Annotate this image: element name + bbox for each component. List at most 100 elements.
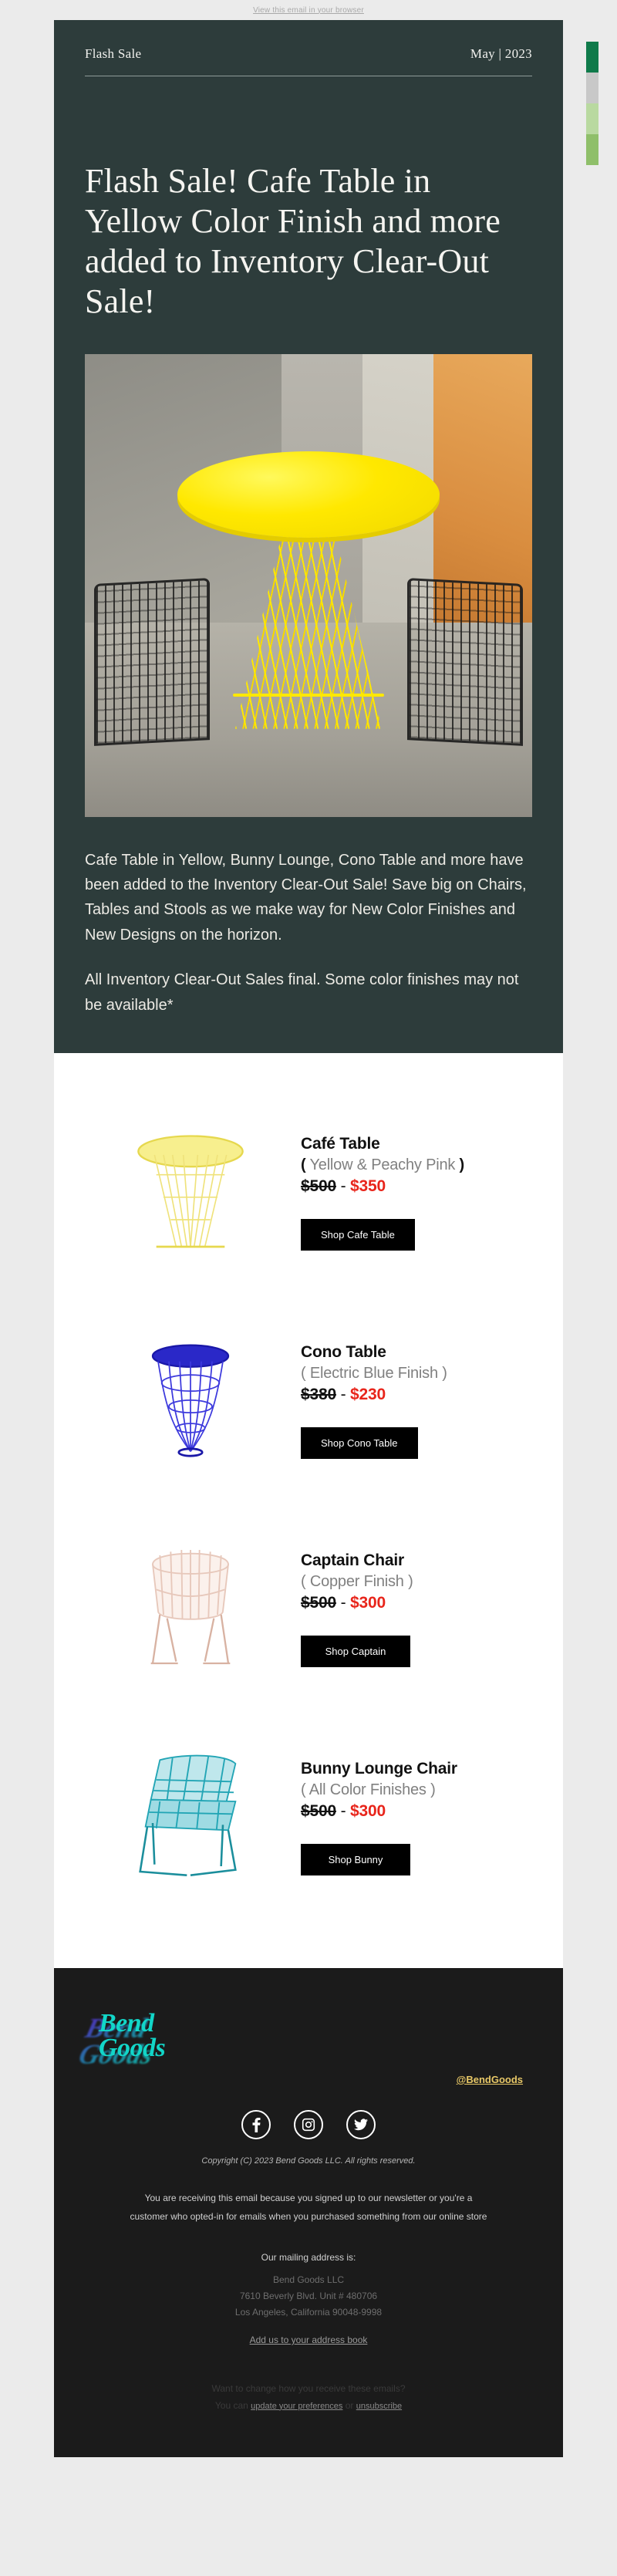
instagram-icon[interactable] <box>294 2109 323 2139</box>
product-image-cono-table[interactable] <box>94 1320 287 1482</box>
issue-date-label: May | 2023 <box>470 46 532 61</box>
email-preferences: Want to change how you receive these ema… <box>94 2381 523 2414</box>
price-original: $500 <box>301 1801 336 1820</box>
product-row: Bunny Lounge Chair ( All Color Finishes … <box>54 1713 563 1922</box>
product-details: Café Table ( Yellow & Peachy Pink ) $500… <box>287 1135 523 1251</box>
prefs-prefix: You can <box>214 2399 251 2411</box>
footer-section: Bend Goods Bend Goods @BendGoods Copyrig… <box>54 1967 563 2458</box>
twitter-glyph <box>354 2119 368 2131</box>
product-price: $380 - $230 <box>301 1386 523 1404</box>
finish-paren-close: ) <box>408 1572 413 1590</box>
address-line-3: Los Angeles, California 90048-9998 <box>234 2306 383 2318</box>
prefs-actions: You can update your preferences or unsub… <box>94 2398 523 2415</box>
footer-top-row: Bend Goods Bend Goods @BendGoods <box>94 2000 523 2090</box>
finish-text: Electric Blue Finish <box>305 1364 443 1382</box>
product-price: $500 - $350 <box>301 1177 523 1196</box>
swatch-green <box>586 42 598 73</box>
finish-paren-close: ) <box>459 1156 465 1173</box>
price-separator: - <box>340 1385 346 1403</box>
swatch-olive-green <box>586 134 598 165</box>
hero-paragraph-2: All Inventory Clear-Out Sales final. Som… <box>85 971 519 1014</box>
price-sale: $230 <box>350 1385 386 1403</box>
finish-paren-close: ) <box>442 1364 447 1382</box>
product-name: Cono Table <box>301 1342 386 1361</box>
swatch-light-green <box>586 103 598 134</box>
finish-text: Copper Finish <box>305 1572 409 1590</box>
hero-chair-right <box>407 577 524 746</box>
unsubscribe-link[interactable]: unsubscribe <box>356 2402 402 2411</box>
preheader-bar: View this email in your browser <box>0 0 617 20</box>
shop-bunny-button[interactable]: Shop Bunny <box>301 1843 410 1875</box>
email-container: Flash Sale May | 2023 Flash Sale! Cafe T… <box>54 20 598 2458</box>
view-in-browser-link[interactable]: View this email in your browser <box>253 6 364 15</box>
shop-cono-table-button[interactable]: Shop Cono Table <box>301 1426 418 1459</box>
hero-table-foot <box>233 693 384 697</box>
price-original: $500 <box>301 1593 336 1612</box>
product-name: Café Table <box>301 1134 380 1153</box>
price-sale: $300 <box>350 1801 386 1820</box>
product-details: Captain Chair ( Copper Finish ) $500 - $… <box>287 1551 523 1667</box>
finish-paren-close: ) <box>430 1781 436 1798</box>
mailing-address: Bend Goods LLC 7610 Beverly Blvd. Unit #… <box>94 2272 523 2321</box>
mailing-address-label: Our mailing address is: <box>261 2251 356 2263</box>
instagram-glyph <box>302 2118 315 2132</box>
product-details: Bunny Lounge Chair ( All Color Finishes … <box>287 1760 523 1875</box>
price-sale: $300 <box>350 1593 386 1612</box>
address-line-1: Bend Goods LLC <box>272 2274 345 2285</box>
product-list: Café Table ( Yellow & Peachy Pink ) $500… <box>54 1052 563 1968</box>
logo-text: Bend Goods <box>99 2008 166 2062</box>
hero-chair-left <box>93 577 210 746</box>
hero-paragraph-1: Cafe Table in Yellow, Bunny Lounge, Cono… <box>85 851 527 944</box>
captain-chair-illustration <box>150 1549 231 1665</box>
finish-text: All Color Finishes <box>305 1781 431 1798</box>
color-swatch-strip <box>586 42 598 165</box>
product-finish: ( Yellow & Peachy Pink ) <box>301 1156 523 1174</box>
product-image-cafe-table[interactable] <box>94 1112 287 1274</box>
product-name: Bunny Lounge Chair <box>301 1759 457 1778</box>
hero-section: Flash Sale May | 2023 Flash Sale! Cafe T… <box>54 20 563 1053</box>
optin-explainer: You are receiving this email because you… <box>94 2189 523 2226</box>
product-row: Captain Chair ( Copper Finish ) $500 - $… <box>54 1505 563 1713</box>
logo-line-1: Bend <box>99 2008 154 2038</box>
hero-body-copy: Cafe Table in Yellow, Bunny Lounge, Cono… <box>85 848 532 1018</box>
hero-table-top <box>177 451 440 538</box>
product-price: $500 - $300 <box>301 1594 523 1612</box>
product-price: $500 - $300 <box>301 1802 523 1821</box>
shop-cafe-table-button[interactable]: Shop Cafe Table <box>301 1218 415 1251</box>
finish-text: Yellow & Peachy Pink <box>305 1156 460 1173</box>
cafe-table-illustration <box>137 1135 244 1248</box>
product-finish: ( Copper Finish ) <box>301 1573 523 1591</box>
facebook-icon[interactable] <box>241 2109 271 2139</box>
prefs-or: or <box>342 2399 356 2411</box>
page-tail-spacer <box>0 2457 617 2492</box>
product-details: Cono Table ( Electric Blue Finish ) $380… <box>287 1343 523 1459</box>
update-preferences-link[interactable]: update your preferences <box>251 2402 342 2411</box>
product-image-captain-chair[interactable] <box>94 1528 287 1690</box>
cono-table-illustration <box>151 1344 230 1457</box>
address-line-2: 7610 Beverly Blvd. Unit # 480706 <box>239 2290 378 2301</box>
price-separator: - <box>340 1593 346 1612</box>
shop-captain-button[interactable]: Shop Captain <box>301 1635 410 1667</box>
twitter-icon[interactable] <box>346 2109 376 2139</box>
price-sale: $350 <box>350 1177 386 1195</box>
brand-logo[interactable]: Bend Goods Bend Goods <box>94 2000 241 2090</box>
swatch-grey <box>586 73 598 103</box>
hero-image <box>85 353 532 817</box>
price-original: $500 <box>301 1177 336 1195</box>
brand-label: Flash Sale <box>85 46 142 61</box>
hero-header-bar: Flash Sale May | 2023 <box>85 46 532 62</box>
price-separator: - <box>340 1801 346 1820</box>
copyright-text: Copyright (C) 2023 Bend Goods LLC. All r… <box>201 2156 416 2166</box>
bunny-lounge-chair-illustration <box>139 1754 237 1876</box>
logo-line-2: Goods <box>99 2033 166 2062</box>
prefs-question: Want to change how you receive these ema… <box>211 2382 406 2394</box>
product-row: Café Table ( Yellow & Peachy Pink ) $500… <box>54 1089 563 1297</box>
social-handle-link[interactable]: @BendGoods <box>457 2074 523 2085</box>
optin-line-1: You are receiving this email because you… <box>144 2192 473 2203</box>
product-image-bunny-lounge-chair[interactable] <box>94 1737 287 1899</box>
page-title: Flash Sale! Cafe Table in Yellow Color F… <box>85 162 501 320</box>
price-separator: - <box>340 1177 346 1195</box>
product-finish: ( All Color Finishes ) <box>301 1781 523 1799</box>
add-to-address-book-link[interactable]: Add us to your address book <box>250 2335 368 2345</box>
social-links <box>94 2109 523 2139</box>
